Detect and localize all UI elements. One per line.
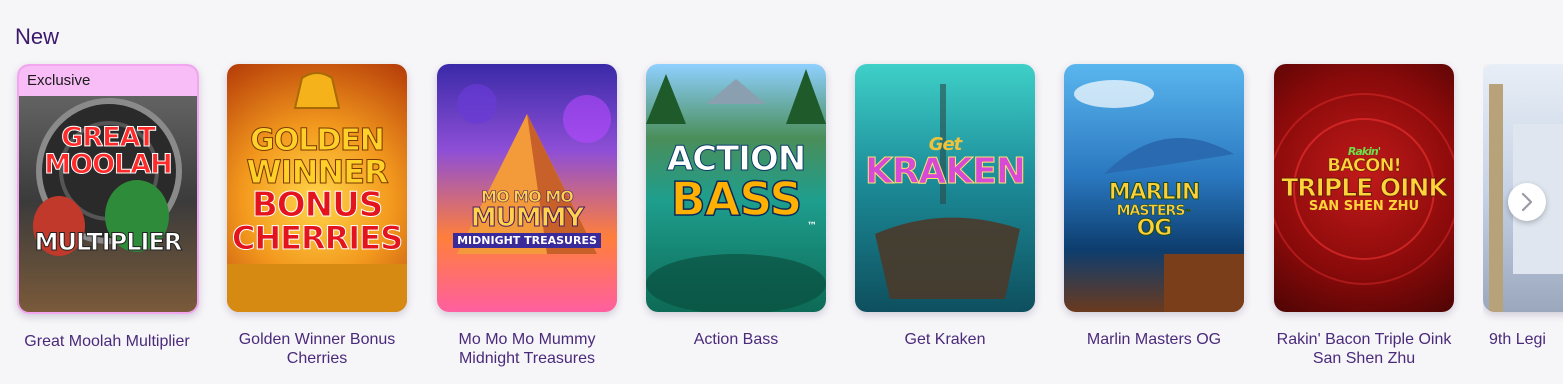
logo-line: GREAT [61,122,157,153]
chevron-right-icon [1521,192,1533,212]
game-card[interactable]: ACTION BASS ™ Action Bass [646,64,828,349]
game-logo: Get KRAKEN [855,136,1035,192]
logo-line: MUMMY [470,203,585,233]
logo-line: BASS [670,172,803,226]
logo-line: KRAKEN [864,151,1026,192]
game-title[interactable]: Get Kraken [855,330,1035,349]
game-card[interactable]: Get KRAKEN Get Kraken [855,64,1037,349]
game-thumbnail[interactable]: MO MO MO MUMMY MIDNIGHT TREASURES [437,64,617,312]
game-thumbnail[interactable]: ACTION BASS ™ [646,64,826,312]
game-card[interactable]: GOLDEN WINNER BONUS CHERRIES Golden Winn… [227,64,409,368]
logo-line: CHERRIES [231,219,403,257]
trademark: ™ [1184,208,1193,217]
game-logo: Rakin' BACON! TRIPLE OINK SAN SHEN ZHU [1274,146,1454,213]
logo-line: MOOLAH [44,149,173,180]
game-thumbnail[interactable]: GOLDEN WINNER BONUS CHERRIES [227,64,407,312]
game-card[interactable]: Exclusive GREAT MOOLAH MULTIPLIER Great … [17,64,199,351]
game-card[interactable]: Rakin' BACON! TRIPLE OINK SAN SHEN ZHU R… [1274,64,1456,368]
logo-line: ACTION [666,139,806,179]
game-card[interactable]: MO MO MO MUMMY MIDNIGHT TREASURES Mo Mo … [437,64,619,368]
game-title[interactable]: Golden Winner Bonus Cherries [227,330,407,368]
game-logo: ACTION BASS ™ [646,142,826,232]
logo-line: GOLDEN [250,123,386,158]
logo-line: WINNER [246,153,389,191]
logo-line: MARLIN [1108,180,1200,205]
game-logo: GOLDEN WINNER BONUS CHERRIES [227,123,407,257]
game-title[interactable]: Marlin Masters OG [1064,330,1244,349]
logo-line: MIDNIGHT TREASURES [453,233,601,248]
logo-line: TRIPLE OINK [1281,173,1449,202]
game-title[interactable]: Great Moolah Multiplier [17,332,197,351]
game-card[interactable]: MARLIN MASTERS™ OG Marlin Masters OG [1064,64,1246,349]
game-thumbnail[interactable]: Exclusive GREAT MOOLAH MULTIPLIER [17,64,199,314]
logo-line: MULTIPLIER [34,228,183,256]
game-logo: MO MO MO MUMMY MIDNIGHT TREASURES [437,188,617,248]
games-carousel: Exclusive GREAT MOOLAH MULTIPLIER Great … [0,0,1563,382]
game-title[interactable]: 9th Legi [1483,330,1563,349]
game-thumbnail[interactable]: MARLIN MASTERS™ OG [1064,64,1244,312]
exclusive-badge: Exclusive [19,66,197,96]
game-thumbnail[interactable]: Rakin' BACON! TRIPLE OINK SAN SHEN ZHU [1274,64,1454,312]
game-card-clip: 9th Legi [1483,64,1563,384]
game-logo: GREAT MOOLAH MULTIPLIER [19,122,197,256]
game-title[interactable]: Rakin' Bacon Triple Oink San Shen Zhu [1274,330,1454,368]
logo-line: BONUS [251,185,383,225]
game-logo: MARLIN MASTERS™ OG [1064,180,1244,241]
game-title[interactable]: Mo Mo Mo Mummy Midnight Treasures [437,330,617,368]
carousel-next-button[interactable] [1508,183,1546,221]
game-thumbnail[interactable]: Get KRAKEN [855,64,1035,312]
logo-line: OG [1136,216,1173,241]
game-title[interactable]: Action Bass [646,330,826,349]
